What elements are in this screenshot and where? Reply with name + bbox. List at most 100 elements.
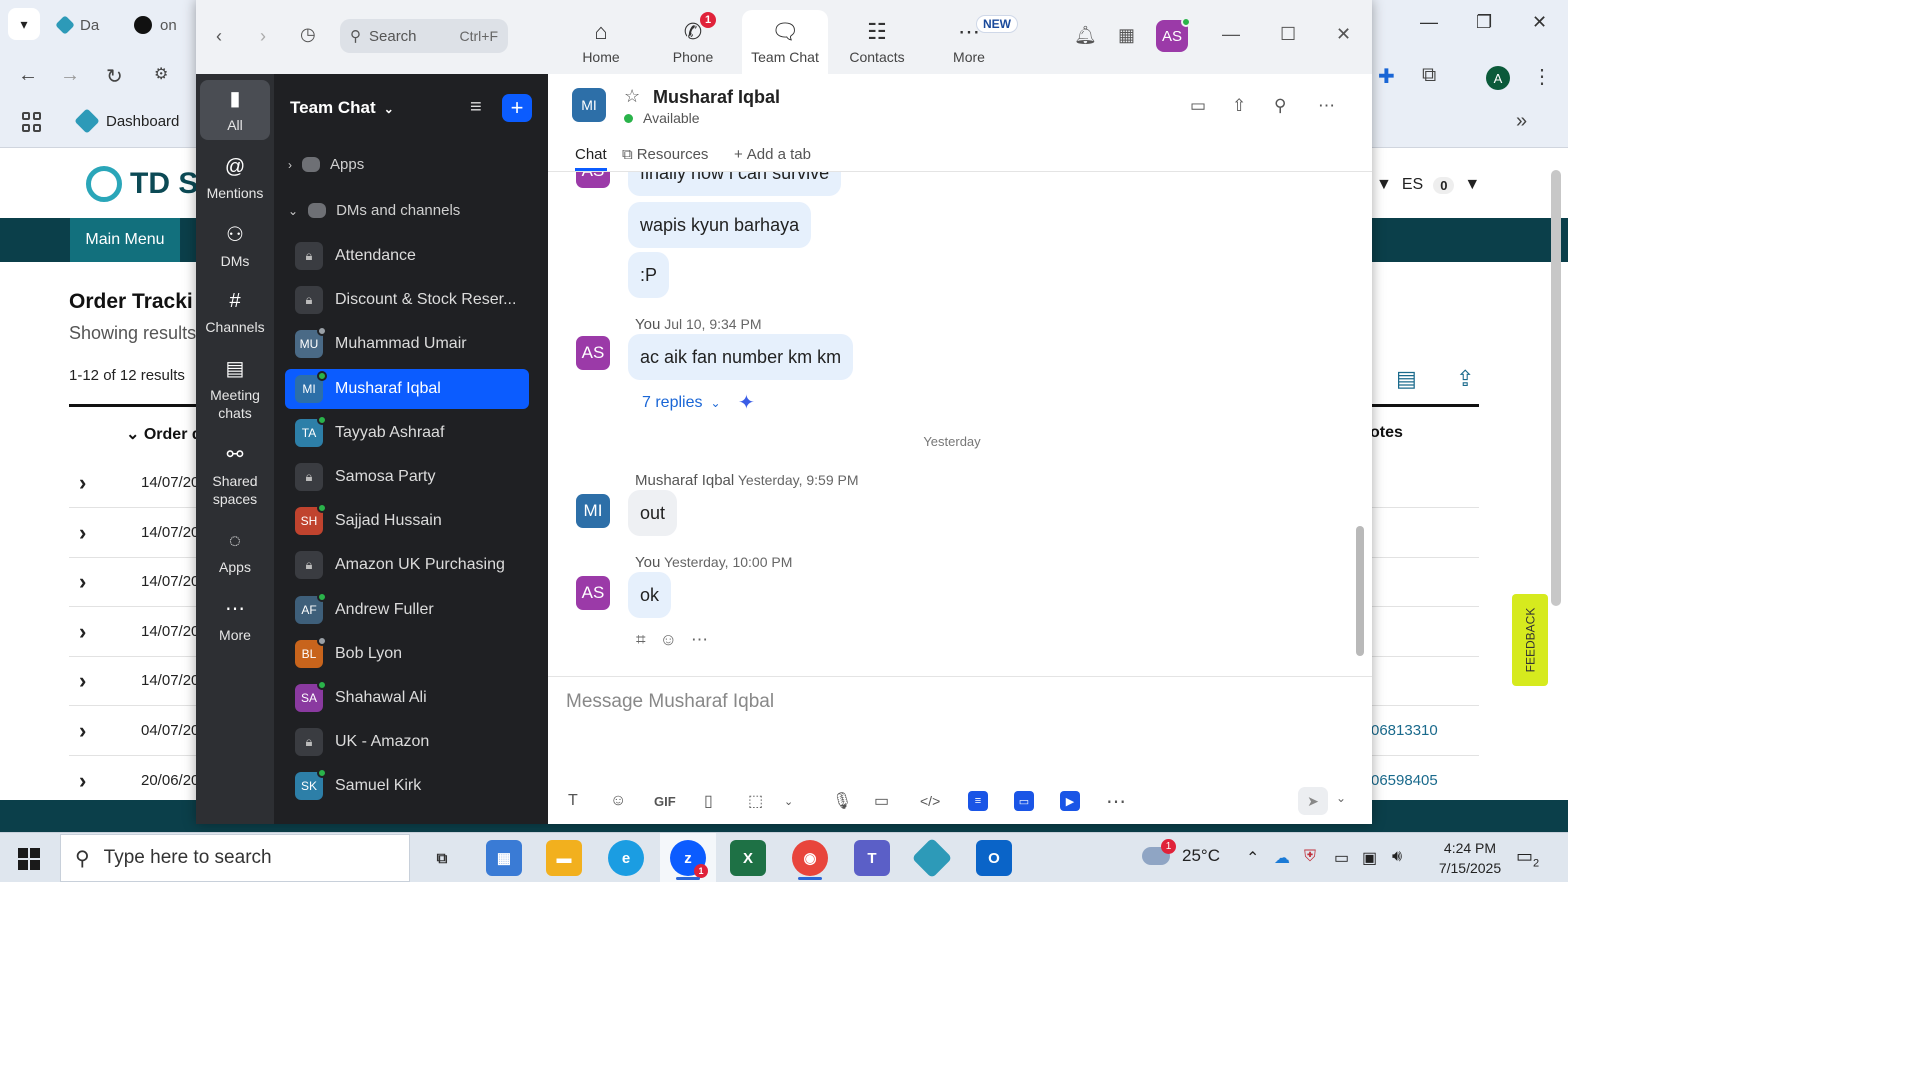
emoji-icon[interactable]: ☺ xyxy=(610,789,626,813)
extensions-puzzle-icon[interactable]: ⧉ xyxy=(1422,64,1436,87)
message-bubble[interactable]: ac aik fan number km km xyxy=(628,334,854,380)
profile-avatar[interactable]: A xyxy=(1486,66,1510,90)
screenshot-icon[interactable]: ⬚ xyxy=(748,789,763,813)
browser-tab[interactable]: Da xyxy=(55,10,99,40)
tab-phone[interactable]: ✆ 1 Phone xyxy=(650,10,736,74)
video-call-icon[interactable]: ▭ xyxy=(1190,96,1206,116)
forward-arrow-icon[interactable]: › xyxy=(260,26,266,47)
taskbar-search[interactable]: ⚲ Type here to search xyxy=(60,834,410,882)
send-options-icon[interactable]: ⌄ xyxy=(1336,791,1346,805)
volume-icon[interactable]: 🔊︎ xyxy=(1392,848,1402,866)
message-bubble[interactable]: out xyxy=(628,490,678,536)
contact-avatar[interactable]: MI xyxy=(572,88,606,122)
apps-grid-icon[interactable] xyxy=(22,112,42,132)
channel-item[interactable]: SA Shahawal Ali xyxy=(285,678,529,718)
video-message-icon[interactable]: ▭ xyxy=(874,789,889,813)
channel-item[interactable]: MI Musharaf Iqbal xyxy=(285,368,529,409)
main-menu-button[interactable]: Main Menu xyxy=(70,218,180,262)
gif-icon[interactable]: GIF xyxy=(654,789,676,813)
text-format-icon[interactable]: T xyxy=(568,789,578,813)
tab-search-dropdown[interactable]: ▾ xyxy=(8,8,40,40)
tab-more[interactable]: ⋯ NEW More xyxy=(926,10,1018,74)
reload-icon[interactable]: ↻ xyxy=(106,64,123,89)
order-note[interactable]: 06813310 xyxy=(1371,722,1438,739)
clips-app-icon[interactable]: ▶ xyxy=(1060,791,1080,811)
language-selector[interactable]: ▼ ES 0 ▼ xyxy=(1376,176,1480,194)
excel-app-icon[interactable]: X xyxy=(730,840,766,876)
page-scrollbar[interactable] xyxy=(1551,170,1561,606)
channel-item[interactable]: 🔒︎ UK - Amazon xyxy=(285,722,529,762)
message-bubble[interactable]: ok xyxy=(628,572,672,618)
tab-team-chat[interactable]: 🗨 Team Chat xyxy=(742,10,828,74)
expand-row-icon[interactable]: › xyxy=(79,768,86,794)
edge-browser-icon[interactable]: e xyxy=(608,840,644,876)
browser-tab[interactable]: on xyxy=(134,10,177,40)
channel-item[interactable]: BL Bob Lyon xyxy=(285,634,529,674)
new-chat-button[interactable]: + xyxy=(502,94,532,122)
team-chat-dropdown[interactable]: Team Chat ⌄ xyxy=(290,98,394,118)
rail-meeting-chats[interactable]: ▤ Meeting chats xyxy=(200,350,270,428)
more-options-icon[interactable]: ⋯ xyxy=(1318,96,1335,116)
document-icon[interactable]: ▤ xyxy=(1396,366,1417,392)
browser-menu-icon[interactable]: ⋮ xyxy=(1532,64,1552,89)
rail-more[interactable]: ⋯ More xyxy=(200,590,270,650)
channel-item[interactable]: SK Samuel Kirk xyxy=(285,766,529,806)
site-settings-icon[interactable]: ⚙ xyxy=(154,64,168,84)
maximize-icon[interactable]: ☐ xyxy=(1280,24,1296,45)
expand-row-icon[interactable]: › xyxy=(79,718,86,744)
channel-item[interactable]: MU Muhammad Umair xyxy=(285,324,529,364)
taskbar-clock[interactable]: 4:24 PM 7/15/2025 xyxy=(1428,838,1512,879)
minimize-icon[interactable]: — xyxy=(1420,12,1438,33)
expand-row-icon[interactable]: › xyxy=(79,569,86,595)
column-header-order-date[interactable]: ⌄ Order d xyxy=(126,424,202,444)
tab-home[interactable]: ⌂ Home xyxy=(558,10,644,74)
file-explorer-icon[interactable]: ▬ xyxy=(546,840,582,876)
expand-row-icon[interactable]: › xyxy=(79,619,86,645)
teams-app-icon[interactable]: T xyxy=(854,840,890,876)
close-icon[interactable]: ✕ xyxy=(1532,12,1547,33)
channel-item[interactable]: 🔒︎ Attendance xyxy=(285,236,529,276)
bookmarks-overflow-icon[interactable]: » xyxy=(1516,110,1527,133)
zoom-app-icon[interactable]: z1 xyxy=(670,840,708,880)
reply-icon[interactable]: ⌗ xyxy=(636,630,646,650)
contact-name[interactable]: Musharaf Iqbal xyxy=(653,87,780,108)
bell-icon[interactable]: 🔔︎ xyxy=(1074,25,1097,46)
channel-item[interactable]: 🔒︎ Samosa Party xyxy=(285,457,529,497)
message-bubble[interactable]: wapis kyun barhaya xyxy=(628,202,812,248)
message-bubble[interactable]: :P xyxy=(628,252,670,298)
channel-item[interactable]: TA Tayyab Ashraaf xyxy=(285,413,529,453)
add-tab-button[interactable]: + Add a tab xyxy=(734,146,811,163)
dms-channels-section[interactable]: ⌄ DMs and channels xyxy=(288,202,460,219)
whiteboard-app-icon[interactable]: ▭ xyxy=(1014,791,1034,811)
screenshot-dropdown-icon[interactable]: ⌄ xyxy=(784,789,793,813)
rail-shared-spaces[interactable]: ⚯ Shared spaces xyxy=(200,436,270,514)
search-icon[interactable]: ⚲ xyxy=(1274,96,1286,116)
task-view-icon[interactable]: ⧉ xyxy=(424,840,460,876)
emoji-react-icon[interactable]: ☺ xyxy=(660,630,677,650)
file-icon[interactable]: ▯ xyxy=(704,789,713,813)
message-bubble[interactable]: finally now i can survive xyxy=(628,172,842,196)
tab-contacts[interactable]: ☷ Contacts xyxy=(834,10,920,74)
docs-app-icon[interactable]: ≡ xyxy=(968,791,988,811)
message-input[interactable] xyxy=(566,687,1346,717)
tab-resources[interactable]: ⧉ Resources xyxy=(622,146,708,163)
calculator-app-icon[interactable]: ▦ xyxy=(486,840,522,876)
user-avatar[interactable]: AS xyxy=(1156,17,1191,52)
more-actions-icon[interactable]: ⋯ xyxy=(691,630,708,650)
show-hidden-icons-icon[interactable]: ⌃ xyxy=(1246,848,1259,868)
expand-row-icon[interactable]: › xyxy=(79,470,86,496)
tab-chat[interactable]: Chat xyxy=(575,146,607,171)
message-scrollbar[interactable] xyxy=(1356,526,1364,656)
network-icon[interactable]: ▣ xyxy=(1362,848,1377,868)
calendar-icon[interactable]: ▦ xyxy=(1118,25,1135,46)
filter-icon[interactable]: ≡ xyxy=(470,96,482,119)
minimize-icon[interactable]: — xyxy=(1222,24,1240,45)
replies-link[interactable]: 7 replies ⌄ xyxy=(642,394,721,412)
channel-item[interactable]: 🔒︎ Amazon UK Purchasing xyxy=(285,545,529,585)
restore-icon[interactable]: ❐ xyxy=(1476,12,1492,33)
send-button[interactable]: ➤ xyxy=(1298,787,1328,815)
outlook-app-icon[interactable]: O xyxy=(976,840,1012,876)
code-snippet-icon[interactable]: </> xyxy=(920,789,940,813)
weather-widget[interactable]: 1 25°C xyxy=(1142,839,1220,866)
rail-mentions[interactable]: @ Mentions xyxy=(200,148,270,208)
